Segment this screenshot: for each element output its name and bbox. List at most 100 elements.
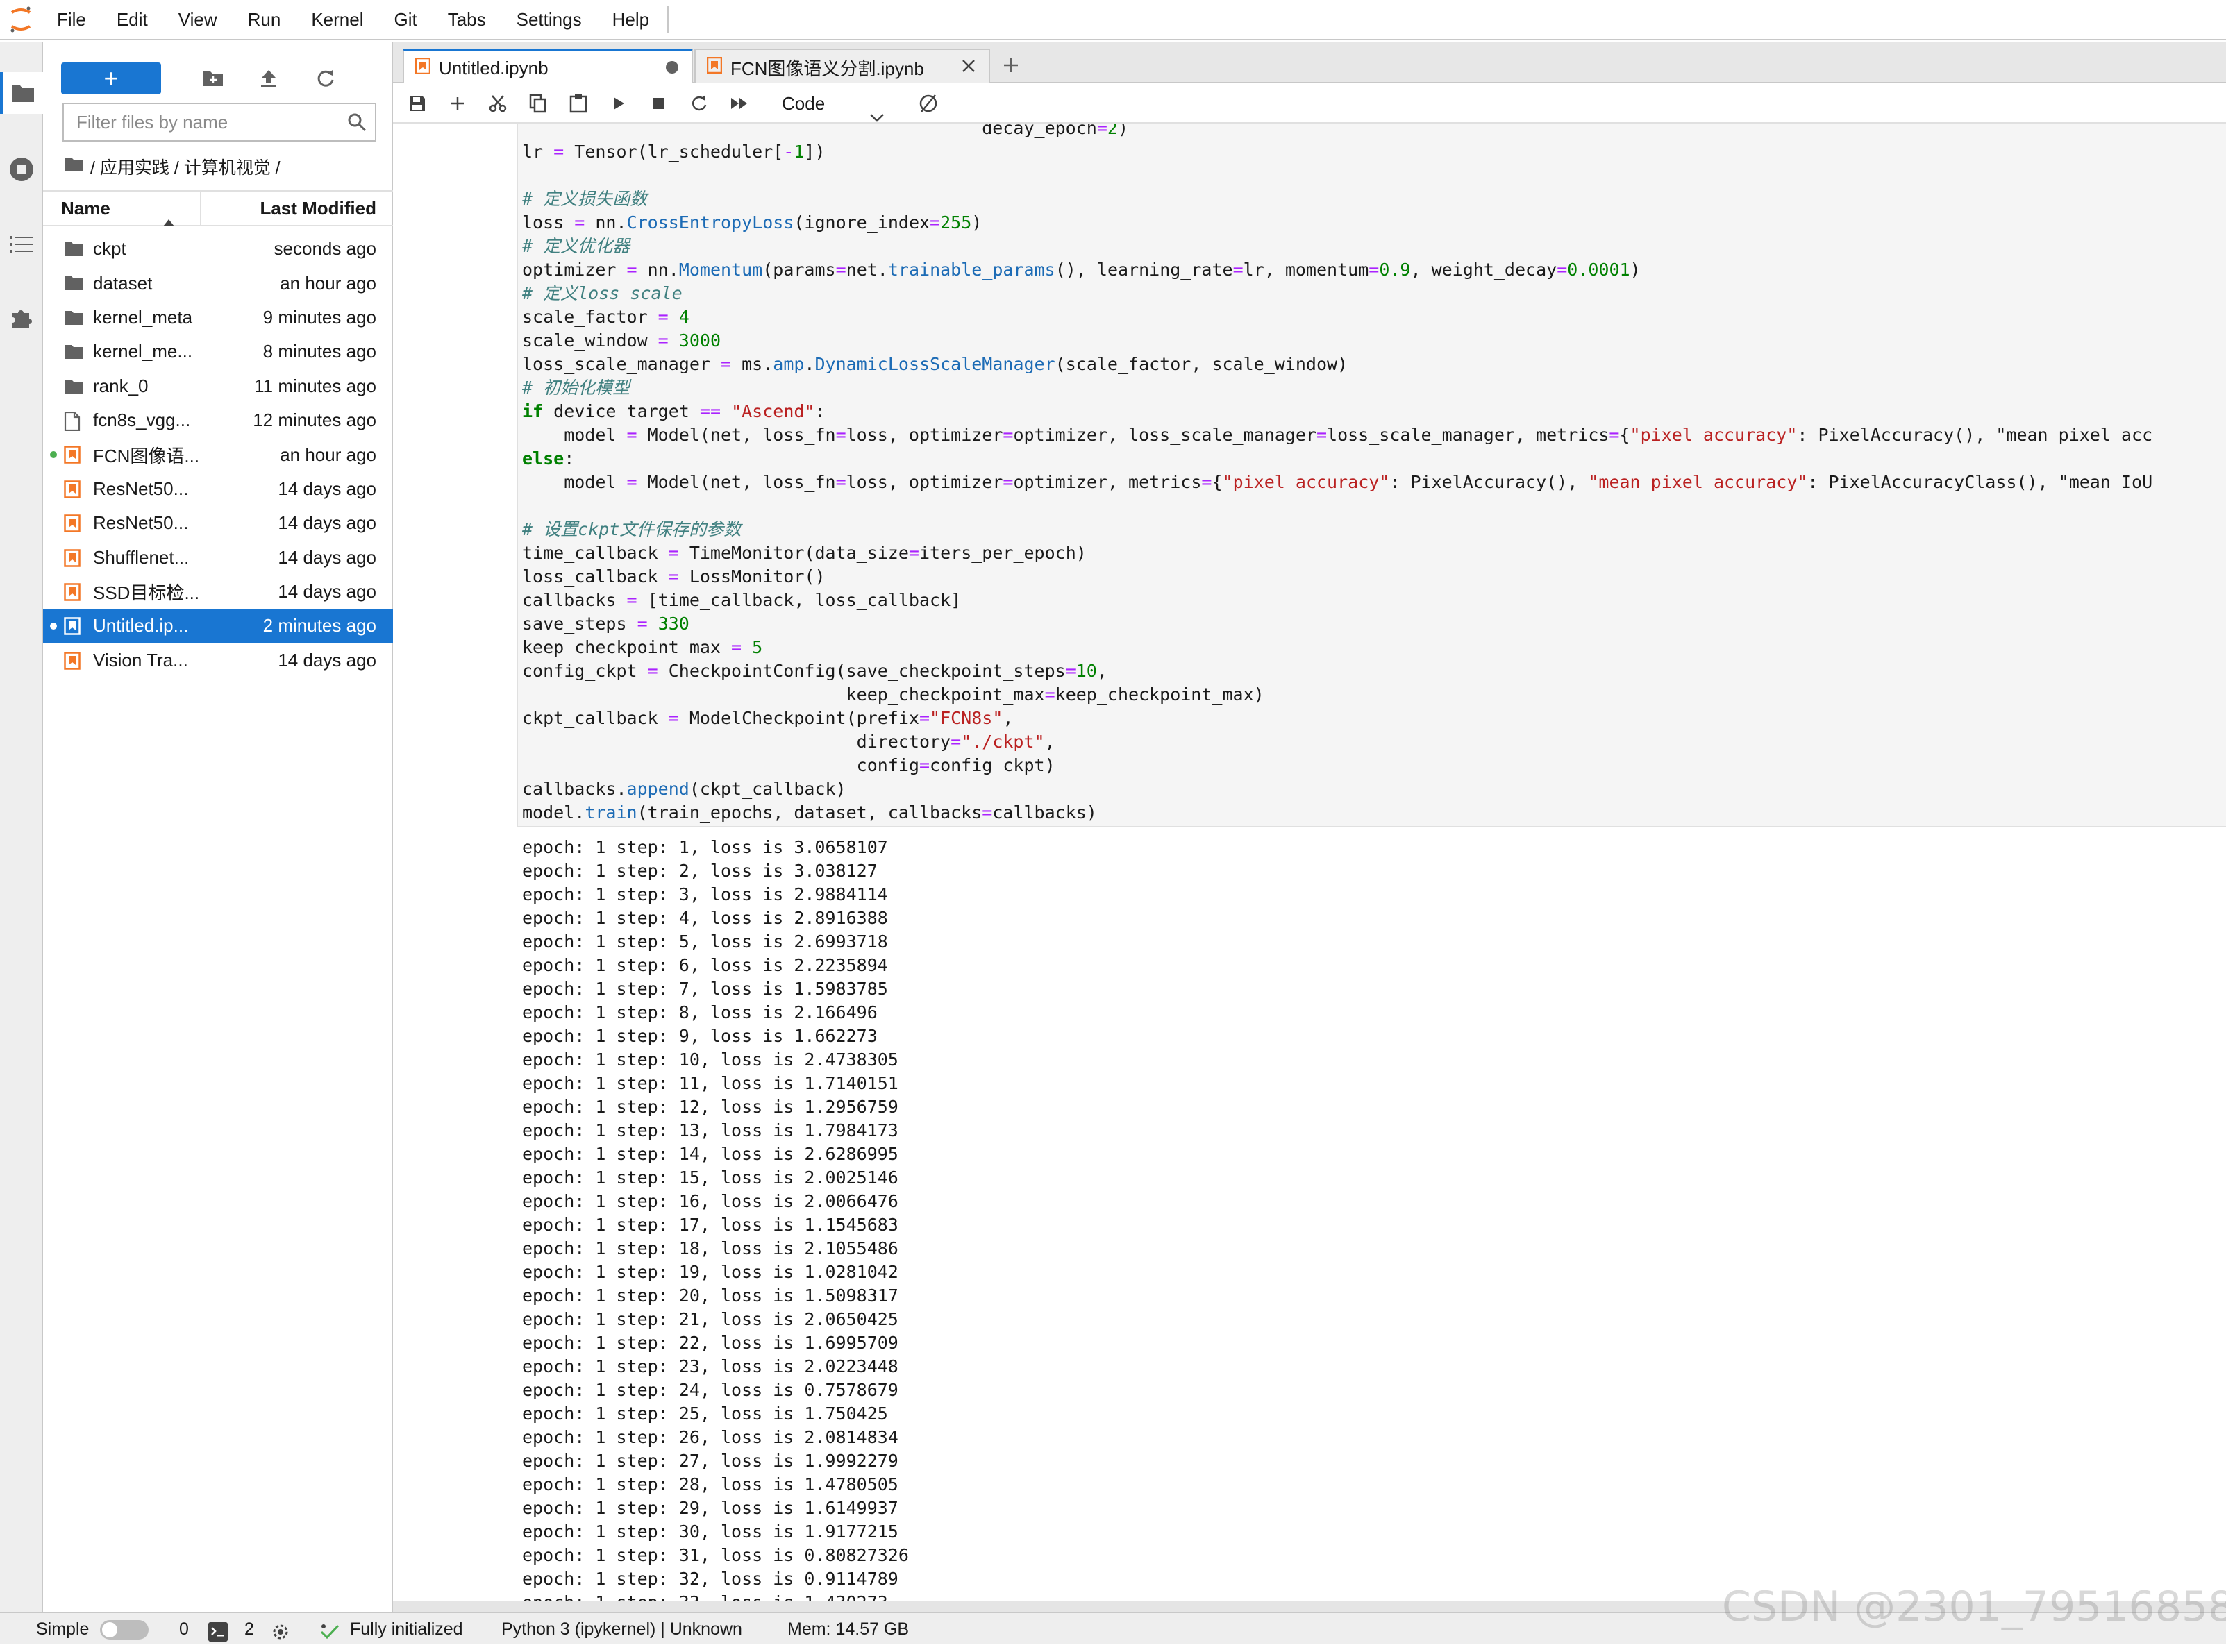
file-name: kernel_me... bbox=[93, 341, 193, 362]
file-list-item[interactable]: kernel_meta 9 minutes ago bbox=[43, 301, 393, 335]
memory-usage: Mem: 14.57 GB bbox=[787, 1619, 910, 1639]
watermark: CSDN @2301_79516858 bbox=[1722, 1583, 2226, 1631]
simple-mode-toggle[interactable] bbox=[100, 1620, 149, 1640]
file-list-item[interactable]: SSD目标检... 14 days ago bbox=[43, 575, 393, 609]
terminals-count[interactable]: 0 bbox=[179, 1613, 189, 1645]
menu-tabs[interactable]: Tabs bbox=[433, 0, 501, 40]
file-list-item[interactable]: Vision Tra... 14 days ago bbox=[43, 643, 393, 677]
menu-edit[interactable]: Edit bbox=[101, 0, 163, 40]
folder-icon bbox=[64, 309, 83, 327]
file-list-item[interactable]: kernel_me... 8 minutes ago bbox=[43, 335, 393, 369]
menu-git[interactable]: Git bbox=[378, 0, 432, 40]
file-list-item[interactable]: FCN图像语... an hour ago bbox=[43, 437, 393, 471]
paste-icon[interactable] bbox=[560, 83, 597, 124]
file-modified: 9 minutes ago bbox=[262, 306, 376, 328]
notebook-icon bbox=[64, 548, 83, 567]
file-modified: 14 days ago bbox=[278, 649, 376, 671]
file-list-item[interactable]: ResNet50... 14 days ago bbox=[43, 506, 393, 540]
interrupt-kernel-icon[interactable] bbox=[640, 83, 678, 124]
folder-icon bbox=[64, 240, 83, 258]
code-cell-source[interactable]: decay_epoch=2) lr = Tensor(lr_scheduler[… bbox=[522, 124, 2152, 825]
file-name: Untitled.ip... bbox=[93, 615, 189, 637]
restart-run-all-icon[interactable] bbox=[721, 83, 758, 124]
notebook-icon bbox=[64, 617, 83, 636]
file-list-item[interactable]: Shufflenet... 14 days ago bbox=[43, 541, 393, 575]
jupyter-logo-icon bbox=[0, 0, 42, 40]
notebook-icon bbox=[64, 480, 83, 498]
file-list-item[interactable]: ckpt seconds ago bbox=[43, 232, 393, 266]
file-name: dataset bbox=[93, 272, 153, 294]
name-column-header[interactable]: Name bbox=[43, 192, 201, 226]
breadcrumb: / 应用实践 / 计算机视觉 / bbox=[64, 151, 281, 182]
copy-icon[interactable] bbox=[519, 83, 557, 124]
file-name: ResNet50... bbox=[93, 512, 189, 534]
file-modified: seconds ago bbox=[274, 238, 376, 260]
git-diff-icon[interactable] bbox=[910, 83, 947, 124]
file-list-item[interactable]: Untitled.ip... 2 minutes ago bbox=[43, 609, 393, 643]
running-sessions-icon[interactable] bbox=[0, 149, 43, 190]
folder-icon[interactable] bbox=[64, 157, 83, 177]
insert-cell-icon[interactable] bbox=[439, 83, 476, 124]
menu-file[interactable]: File bbox=[42, 0, 101, 40]
file-name: ResNet50... bbox=[93, 478, 189, 499]
file-modified: 14 days ago bbox=[278, 478, 376, 499]
new-folder-icon[interactable] bbox=[194, 62, 232, 94]
file-list-item[interactable]: dataset an hour ago bbox=[43, 266, 393, 300]
tab-fcn-notebook[interactable]: FCN图像语义分割.ipynb bbox=[694, 49, 990, 85]
file-name: rank_0 bbox=[93, 375, 149, 396]
file-list-item[interactable]: rank_0 11 minutes ago bbox=[43, 369, 393, 403]
file-modified: an hour ago bbox=[280, 444, 376, 465]
menu-run[interactable]: Run bbox=[233, 0, 296, 40]
file-list-item[interactable]: fcn8s_vgg... 12 minutes ago bbox=[43, 403, 393, 437]
notebook-icon bbox=[706, 56, 723, 78]
unsaved-dot-icon[interactable] bbox=[665, 58, 679, 79]
file-browser-toolbar: + bbox=[43, 51, 393, 99]
last-modified-column-header[interactable]: Last Modified bbox=[201, 192, 393, 225]
cut-icon[interactable] bbox=[479, 83, 517, 124]
file-icon bbox=[64, 411, 83, 432]
tab-label: Untitled.ipynb bbox=[439, 57, 549, 78]
filter-files-field[interactable] bbox=[62, 103, 376, 142]
notebook-icon bbox=[64, 583, 83, 601]
file-name: FCN图像语... bbox=[93, 445, 200, 466]
save-icon[interactable] bbox=[399, 83, 436, 124]
menu-kernel[interactable]: Kernel bbox=[296, 0, 378, 40]
new-launcher-button[interactable]: + bbox=[61, 62, 161, 94]
kernel-name[interactable]: Python 3 (ipykernel) | Unknown bbox=[501, 1613, 742, 1645]
cell-type-select[interactable]: Code bbox=[782, 83, 893, 124]
notebook-icon bbox=[64, 651, 83, 670]
filter-files-input[interactable] bbox=[64, 104, 328, 140]
file-modified: 14 days ago bbox=[278, 581, 376, 602]
search-icon bbox=[347, 112, 367, 135]
menu-help[interactable]: Help bbox=[597, 0, 664, 40]
tab-label: FCN图像语义分割.ipynb bbox=[730, 58, 924, 79]
restart-kernel-icon[interactable] bbox=[680, 83, 718, 124]
file-name: SSD目标检... bbox=[93, 582, 200, 604]
file-list: ckpt seconds ago dataset an hour ago kernel_… bbox=[43, 232, 393, 677]
file-modified: an hour ago bbox=[280, 272, 376, 294]
terminal-icon[interactable] bbox=[208, 1620, 228, 1642]
file-name: Vision Tra... bbox=[93, 649, 188, 671]
kernels-count[interactable]: 2 bbox=[244, 1613, 254, 1645]
file-list-item[interactable]: ResNet50... 14 days ago bbox=[43, 472, 393, 506]
upload-icon[interactable] bbox=[250, 62, 287, 94]
menu-view[interactable]: View bbox=[163, 0, 233, 40]
breadcrumb-path[interactable]: / 应用实践 / 计算机视觉 / bbox=[90, 154, 281, 179]
kernel-gear-icon[interactable] bbox=[271, 1620, 290, 1640]
notebook-icon bbox=[64, 446, 83, 464]
refresh-icon[interactable] bbox=[307, 62, 344, 94]
add-tab-icon[interactable] bbox=[996, 50, 1026, 81]
table-of-contents-icon[interactable] bbox=[0, 224, 43, 265]
tab-untitled[interactable]: Untitled.ipynb bbox=[403, 49, 693, 85]
simple-mode-label: Simple bbox=[36, 1619, 90, 1639]
activity-bar bbox=[0, 42, 43, 1612]
folder-icon bbox=[64, 378, 83, 396]
notebook-icon bbox=[415, 57, 431, 79]
close-icon[interactable] bbox=[961, 57, 976, 78]
file-browser-icon[interactable] bbox=[0, 72, 43, 114]
menu-settings[interactable]: Settings bbox=[501, 0, 597, 40]
file-modified: 2 minutes ago bbox=[262, 615, 376, 637]
extensions-puzzle-icon[interactable] bbox=[0, 297, 43, 339]
file-list-header: Name Last Modified bbox=[43, 190, 393, 226]
run-cell-icon[interactable] bbox=[600, 83, 637, 124]
